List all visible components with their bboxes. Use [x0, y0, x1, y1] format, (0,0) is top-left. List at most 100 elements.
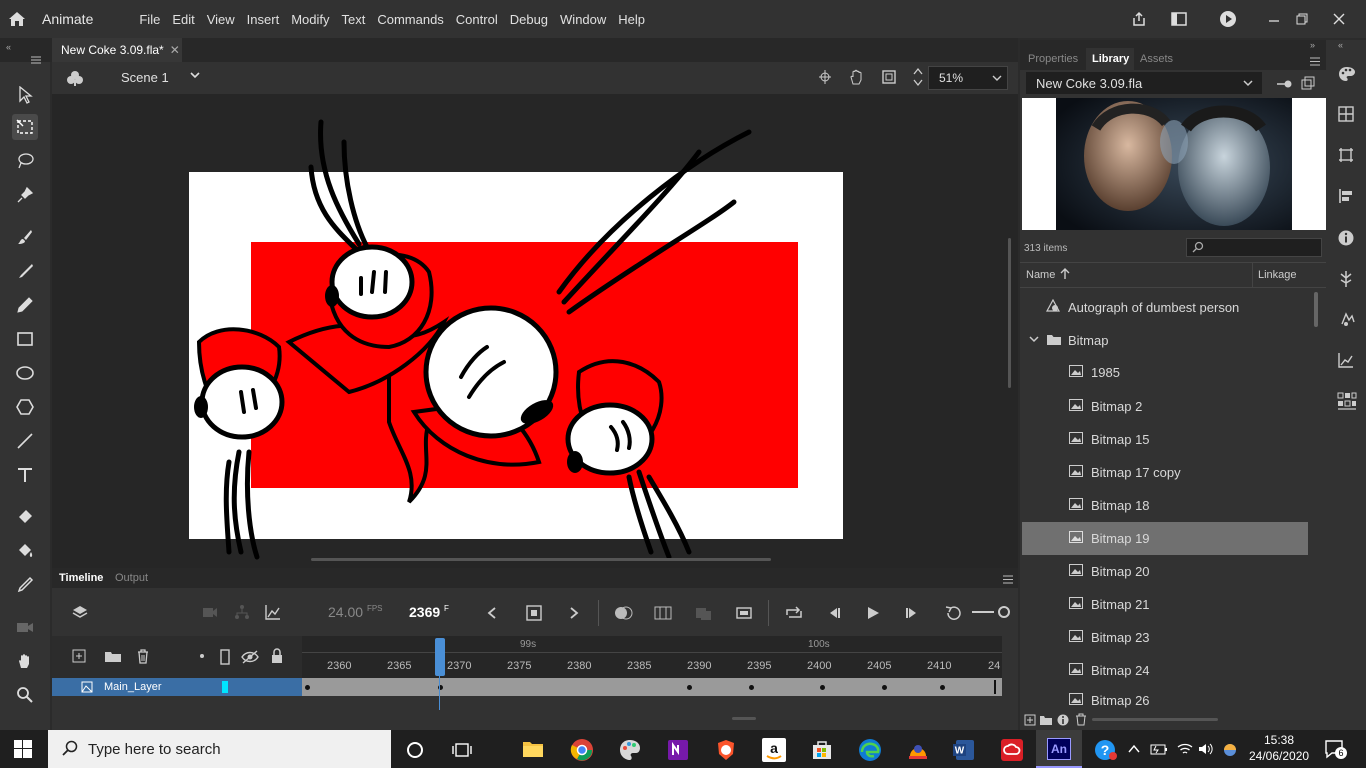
clock-date[interactable]: 24/06/2020	[1249, 749, 1309, 763]
swatches-panel-icon[interactable]	[1338, 106, 1354, 125]
delete-item-icon[interactable]	[1075, 713, 1087, 729]
pencil-tool-icon[interactable]	[12, 292, 38, 318]
zoom-select[interactable]: 51%	[928, 66, 1008, 90]
library-item-bitmap-24[interactable]: Bitmap 24	[1022, 654, 1308, 687]
highlight-dot-icon[interactable]	[200, 654, 204, 658]
minimize-icon[interactable]	[1262, 0, 1286, 38]
library-item-bitmap-18[interactable]: Bitmap 18	[1022, 489, 1308, 522]
library-search-input[interactable]	[1186, 238, 1322, 257]
amazon-icon[interactable]: a	[762, 738, 786, 765]
library-horizontal-scrollbar[interactable]	[1092, 718, 1218, 721]
components-panel-icon[interactable]	[1338, 270, 1354, 291]
rotate-stage-icon[interactable]	[848, 68, 866, 89]
share-icon[interactable]	[1126, 0, 1152, 38]
rectangle-tool-icon[interactable]	[12, 326, 38, 352]
polystar-tool-icon[interactable]	[12, 394, 38, 420]
motion-presets-icon[interactable]	[1338, 310, 1356, 331]
oval-tool-icon[interactable]	[12, 360, 38, 386]
menu-debug[interactable]: Debug	[510, 12, 548, 27]
edit-multiple-frames-icon[interactable]	[654, 605, 672, 624]
sort-ascending-icon[interactable]	[1060, 268, 1070, 283]
pin-tool-icon[interactable]	[12, 182, 38, 208]
frame-display[interactable]: 2369 F	[409, 604, 449, 620]
eyedropper-tool-icon[interactable]	[12, 572, 38, 598]
paint-icon[interactable]	[618, 738, 642, 765]
library-item-1985[interactable]: 1985	[1022, 356, 1308, 389]
onenote-icon[interactable]	[666, 738, 690, 765]
brave-icon[interactable]	[714, 738, 738, 765]
lock-icon[interactable]	[270, 648, 284, 667]
clip-stage-icon[interactable]	[881, 69, 897, 88]
paint-bucket-tool-icon[interactable]	[12, 538, 38, 564]
scene-label[interactable]: Scene 1	[121, 70, 169, 85]
outline-icon[interactable]	[219, 649, 231, 668]
hand-tool-icon[interactable]	[12, 648, 38, 674]
tab-output[interactable]: Output	[115, 572, 148, 584]
library-item-bitmap-15[interactable]: Bitmap 15	[1022, 423, 1308, 456]
library-item-bitmap-19[interactable]: Bitmap 19	[1022, 522, 1308, 555]
stage-vertical-scrollbar[interactable]	[1008, 238, 1011, 388]
task-view-icon[interactable]	[452, 741, 472, 762]
properties-info-icon[interactable]	[1057, 714, 1069, 729]
timeline-zoom-slider[interactable]	[972, 611, 994, 613]
selection-tool-icon[interactable]	[12, 82, 38, 108]
taskbar-search-box[interactable]: Type here to search	[48, 730, 391, 768]
new-layer-icon[interactable]	[72, 649, 86, 666]
camera-icon[interactable]	[202, 605, 218, 622]
step-back-icon[interactable]	[826, 605, 842, 624]
new-symbol-icon[interactable]	[1024, 714, 1036, 729]
library-item-bitmap-17-copy[interactable]: Bitmap 17 copy	[1022, 456, 1308, 489]
chart-panel-icon[interactable]	[1338, 352, 1354, 371]
app-icon[interactable]	[906, 738, 930, 765]
library-item-bitmap-2[interactable]: Bitmap 2	[1022, 390, 1308, 423]
cortana-icon[interactable]	[406, 741, 424, 762]
wifi-icon[interactable]	[1176, 742, 1194, 759]
column-name[interactable]: Name	[1026, 269, 1055, 281]
library-item-bitmap-20[interactable]: Bitmap 20	[1022, 555, 1308, 588]
close-window-icon[interactable]	[1326, 0, 1352, 38]
tab-library[interactable]: Library	[1092, 53, 1129, 65]
line-tool-icon[interactable]	[12, 428, 38, 454]
free-transform-tool-icon[interactable]	[12, 114, 38, 140]
zoom-tool-icon[interactable]	[12, 682, 38, 708]
timeline-zoom-handle[interactable]	[998, 606, 1010, 618]
timeline-scrollbar[interactable]	[732, 717, 756, 720]
menu-view[interactable]: View	[207, 12, 235, 27]
file-explorer-icon[interactable]	[522, 739, 544, 762]
insert-frame-icon[interactable]	[735, 605, 753, 624]
menu-insert[interactable]: Insert	[247, 12, 280, 27]
scene-dropdown-icon[interactable]	[189, 69, 201, 84]
workspace-icon[interactable]	[1166, 0, 1192, 38]
edge-icon[interactable]	[858, 738, 882, 765]
stage-horizontal-scrollbar[interactable]	[311, 558, 771, 561]
layer-frames[interactable]	[302, 678, 1002, 696]
home-icon[interactable]	[0, 0, 34, 38]
layer-color-swatch[interactable]	[222, 681, 228, 693]
animate-taskbar-button[interactable]: An	[1036, 730, 1082, 768]
battery-icon[interactable]	[1150, 742, 1168, 759]
insert-keyframe-icon[interactable]	[526, 605, 542, 624]
close-tab-icon[interactable]: ✕	[170, 43, 180, 57]
next-keyframe-icon[interactable]	[568, 606, 580, 623]
chevron-down-icon[interactable]	[1028, 333, 1040, 348]
library-folder-bitmap[interactable]: Bitmap	[1022, 324, 1308, 357]
eraser-tool-icon[interactable]	[12, 504, 38, 530]
rewind-icon[interactable]	[944, 605, 962, 624]
library-scrollbar[interactable]	[1314, 292, 1318, 327]
play-icon[interactable]	[865, 605, 881, 624]
layers-icon[interactable]	[72, 604, 88, 623]
menu-text[interactable]: Text	[341, 12, 365, 27]
stage-artwork[interactable]	[189, 119, 843, 560]
new-library-panel-icon[interactable]	[1301, 76, 1315, 93]
library-item-bitmap-21[interactable]: Bitmap 21	[1022, 588, 1308, 621]
stage-area[interactable]	[52, 94, 1018, 568]
pin-library-icon[interactable]	[1276, 78, 1292, 93]
store-icon[interactable]	[810, 738, 834, 765]
library-item-bitmap-23[interactable]: Bitmap 23	[1022, 621, 1308, 654]
column-linkage[interactable]: Linkage	[1258, 269, 1297, 281]
weather-icon[interactable]	[1221, 742, 1239, 761]
tab-assets[interactable]: Assets	[1140, 53, 1173, 65]
timeline-menu-icon[interactable]	[1003, 573, 1013, 587]
paste-frames-icon[interactable]	[695, 605, 713, 624]
transform-panel-icon[interactable]	[1338, 147, 1354, 166]
